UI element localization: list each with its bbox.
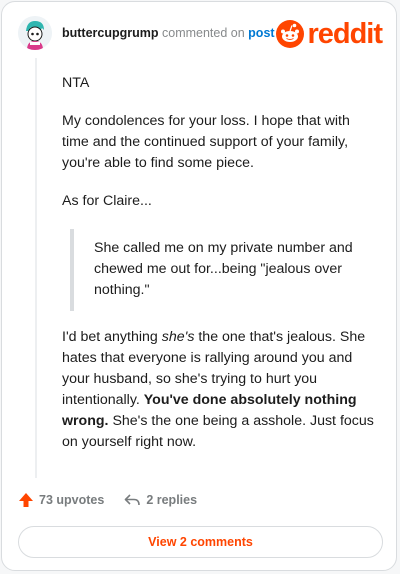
avatar-icon[interactable]: [18, 16, 52, 50]
reddit-snoo-icon: [276, 20, 305, 48]
comment-paragraph: My condolences for your loss. I hope tha…: [62, 113, 350, 171]
comment-footer: 73 upvotes 2 replies: [18, 492, 217, 508]
text-run: I'd bet anything: [62, 329, 162, 345]
replies-button[interactable]: 2 replies: [124, 492, 197, 508]
text-run: She's the one being a asshole. Just focu…: [62, 413, 374, 450]
comment-header: buttercupgrump commented on post reddit: [18, 16, 383, 52]
upvote-arrow-icon: [19, 493, 33, 507]
comment-paragraph: NTA: [62, 75, 90, 91]
post-link[interactable]: post: [248, 26, 274, 40]
emphasis-text: she's: [161, 329, 195, 345]
blockquote: She called me on my private number and c…: [70, 229, 380, 311]
replies-count: 2 replies: [146, 493, 198, 507]
action-text: commented on: [158, 26, 249, 40]
comment-paragraph: As for Claire...: [62, 193, 152, 209]
comment-meta: buttercupgrump commented on post: [62, 26, 275, 40]
comment-paragraph: I'd bet anything she's the one that's je…: [62, 327, 380, 453]
quote-text: She called me on my private number and c…: [94, 240, 353, 298]
reddit-logo[interactable]: reddit: [276, 18, 383, 50]
reply-icon: [125, 494, 141, 506]
upvotes-count: 73 upvotes: [39, 493, 105, 507]
view-comments-button[interactable]: View 2 comments: [18, 526, 383, 558]
comment-body: NTA My condolences for your loss. I hope…: [62, 73, 380, 470]
upvote-button[interactable]: 73 upvotes: [18, 492, 104, 508]
username-link[interactable]: buttercupgrump: [62, 26, 159, 40]
thread-line[interactable]: [35, 58, 37, 478]
comment-card: buttercupgrump commented on post reddit …: [1, 1, 397, 571]
reddit-wordmark: reddit: [307, 18, 383, 50]
